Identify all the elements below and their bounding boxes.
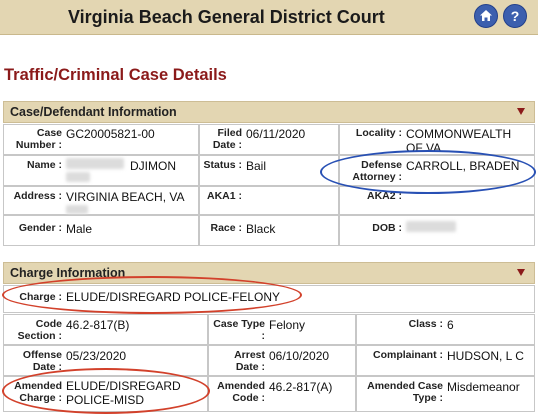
status-cell: Status : Bail: [199, 155, 339, 186]
race-value: Black: [246, 222, 276, 236]
name-label: Name :: [26, 159, 62, 171]
redacted-zip: [66, 205, 88, 214]
help-icon[interactable]: ?: [503, 4, 527, 28]
dob-label: DOB :: [372, 222, 402, 234]
aka1-cell: AKA1 :: [199, 186, 339, 215]
redacted-dob: [406, 221, 456, 232]
race-cell: Race : Black: [199, 215, 339, 246]
redacted-surname: [66, 158, 124, 169]
offense-date-label: Offense Date :: [22, 349, 62, 373]
case-type-value: Felony: [269, 318, 306, 332]
gender-value: Male: [66, 222, 93, 236]
aka1-label: AKA1 :: [206, 190, 242, 202]
collapse-triangle-icon[interactable]: [517, 108, 525, 115]
case-number-value: GC20005821-00: [66, 127, 155, 141]
gender-label: Gender :: [18, 222, 62, 234]
address-value: VIRGINIA BEACH, VA: [66, 190, 185, 204]
title-bar: Virginia Beach General District Court ?: [0, 0, 538, 35]
status-value: Bail: [246, 159, 267, 173]
amended-code-label: Amended Code :: [217, 380, 265, 404]
arrest-date-label: Arrest Date :: [234, 349, 265, 373]
class-label: Class :: [408, 318, 443, 330]
filed-date-label: Filed Date :: [212, 127, 242, 151]
amended-code-cell: Amended Code : 46.2-817(A): [208, 376, 356, 412]
section-title: Case/Defendant Information: [10, 105, 177, 119]
dob-cell: DOB :: [339, 215, 535, 246]
home-icon[interactable]: [474, 4, 498, 28]
amended-code-value: 46.2-817(A): [269, 380, 333, 394]
address-cell: Address : VIRGINIA BEACH, VA: [3, 186, 199, 215]
code-section-label: Code Section :: [17, 318, 62, 342]
case-defendant-section-header[interactable]: Case/Defendant Information: [3, 101, 535, 123]
class-cell: Class : 6: [356, 314, 535, 345]
gender-cell: Gender : Male: [3, 215, 199, 246]
name-cell: Name : DJIMON: [3, 155, 199, 186]
amended-case-type-cell: Amended Case Type : Misdemeanor: [356, 376, 535, 412]
charge-highlight-ellipse: [2, 276, 302, 314]
code-section-value: 46.2-817(B): [66, 318, 130, 332]
address-label: Address :: [13, 190, 62, 202]
collapse-triangle-icon[interactable]: [517, 269, 525, 276]
complainant-cell: Complainant : HUDSON, L C: [356, 345, 535, 376]
redacted-middle-name: [66, 172, 90, 182]
case-number-label: Case Number :: [15, 127, 62, 151]
class-value: 6: [447, 318, 454, 332]
amended-case-type-label: Amended Case Type :: [367, 380, 443, 404]
court-title: Virginia Beach General District Court: [68, 7, 385, 27]
arrest-date-value: 06/10/2020: [269, 349, 330, 363]
amended-case-type-value: Misdemeanor: [447, 380, 520, 394]
filed-date-value: 06/11/2020: [246, 127, 306, 141]
defense-attorney-highlight-ellipse: [320, 150, 536, 194]
offense-date-value: 05/23/2020: [66, 349, 127, 363]
complainant-label: Complainant :: [373, 349, 443, 361]
case-type-cell: Case Type : Felony: [208, 314, 356, 345]
amended-charge-highlight-ellipse: [2, 368, 210, 414]
code-section-cell: Code Section : 46.2-817(B): [3, 314, 208, 345]
status-label: Status :: [203, 159, 242, 171]
page-title: Traffic/Criminal Case Details: [4, 66, 227, 84]
complainant-value: HUDSON, L C: [447, 349, 524, 363]
arrest-date-cell: Arrest Date : 06/10/2020: [208, 345, 356, 376]
filed-date-cell: Filed Date : 06/11/2020: [199, 124, 339, 155]
name-value: DJIMON: [130, 159, 176, 173]
locality-label: Locality :: [355, 127, 402, 139]
case-type-label: Case Type :: [213, 318, 265, 342]
case-number-cell: Case Number : GC20005821-00: [3, 124, 199, 155]
race-label: Race :: [210, 222, 242, 234]
